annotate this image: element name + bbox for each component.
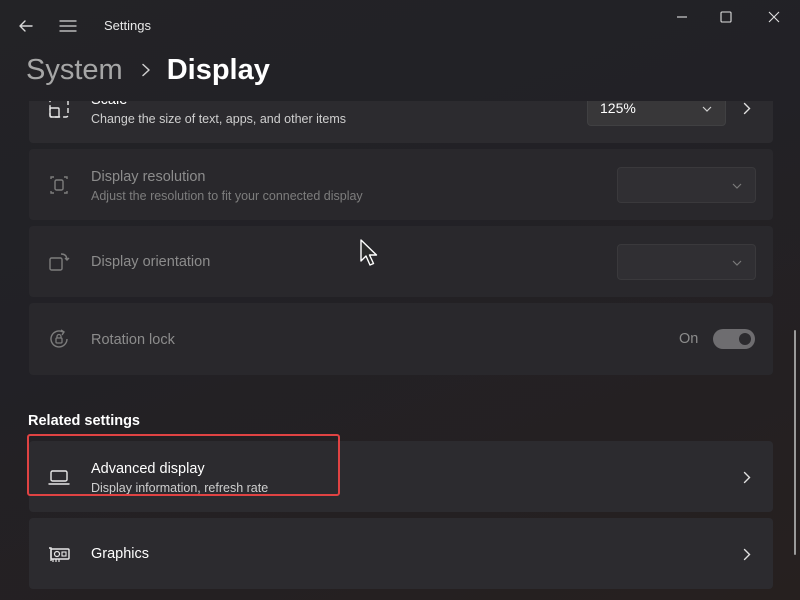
graphics-title: Graphics — [91, 546, 150, 562]
orientation-title: Display orientation — [91, 254, 211, 270]
rotation-lock-card: Rotation lock On — [29, 303, 773, 375]
breadcrumb-separator-icon — [141, 63, 151, 77]
settings-content: Scale Change the size of text, apps, and… — [0, 101, 800, 600]
chevron-down-icon — [731, 257, 743, 269]
scale-subtitle: Change the size of text, apps, and other… — [91, 112, 347, 126]
close-button[interactable] — [758, 2, 790, 32]
advanced-display-subtitle: Display information, refresh rate — [91, 481, 269, 495]
chevron-right-icon — [739, 101, 755, 116]
display-orientation-card: Display orientation — [29, 226, 773, 297]
graphics-card-icon — [46, 541, 72, 567]
minimize-button[interactable] — [666, 2, 698, 32]
resolution-icon — [46, 172, 72, 198]
scale-dropdown[interactable]: 125% — [587, 101, 726, 126]
resolution-subtitle: Adjust the resolution to fit your connec… — [91, 189, 363, 203]
chevron-right-icon — [739, 469, 755, 485]
laptop-icon — [46, 464, 72, 490]
title-bar: Settings — [0, 0, 800, 48]
maximize-button[interactable] — [710, 2, 742, 32]
maximize-icon — [720, 11, 732, 23]
related-settings-heading: Related settings — [28, 413, 140, 429]
breadcrumb: System Display — [26, 50, 270, 90]
scale-card[interactable]: Scale Change the size of text, apps, and… — [29, 101, 773, 143]
hamburger-menu-icon — [59, 20, 77, 32]
chevron-down-icon — [731, 180, 743, 192]
rotation-lock-title: Rotation lock — [91, 332, 175, 348]
rotation-lock-toggle — [713, 329, 755, 349]
back-arrow-icon — [19, 20, 33, 32]
advanced-display-card[interactable]: Advanced display Display information, re… — [29, 441, 773, 512]
toggle-knob — [739, 333, 751, 345]
minimize-icon — [677, 16, 687, 18]
scale-title: Scale — [91, 101, 346, 109]
chevron-down-icon — [701, 103, 713, 115]
app-title: Settings — [104, 18, 151, 33]
breadcrumb-system[interactable]: System — [26, 54, 123, 87]
resolution-title: Display resolution — [91, 169, 206, 185]
mouse-cursor-icon — [360, 239, 378, 266]
resolution-dropdown — [617, 167, 756, 203]
rotation-lock-state: On — [679, 331, 699, 347]
page-title: Display — [166, 53, 270, 86]
vertical-scrollbar[interactable] — [794, 330, 796, 555]
scale-value: 125% — [600, 101, 636, 116]
graphics-card[interactable]: Graphics — [29, 518, 773, 589]
rotation-lock-icon — [46, 326, 72, 352]
nav-menu-button[interactable] — [52, 10, 84, 42]
advanced-display-title: Advanced display — [91, 461, 205, 477]
orientation-icon — [46, 249, 72, 275]
scale-icon — [46, 101, 72, 121]
back-button[interactable] — [10, 10, 42, 42]
orientation-dropdown — [617, 244, 756, 280]
display-resolution-card: Display resolution Adjust the resolution… — [29, 149, 773, 220]
close-icon — [768, 11, 780, 23]
chevron-right-icon — [739, 546, 755, 562]
